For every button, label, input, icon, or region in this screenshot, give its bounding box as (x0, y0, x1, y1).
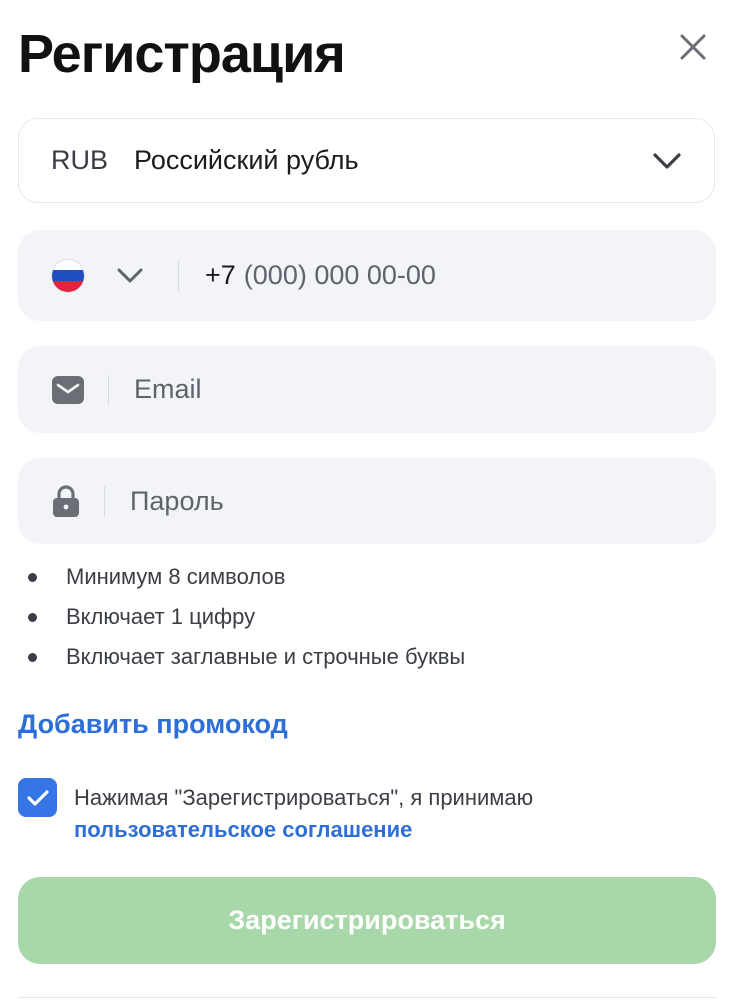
field-divider (108, 374, 109, 405)
add-promo-code-link[interactable]: Добавить промокод (18, 706, 288, 742)
checkmark-icon (26, 789, 49, 806)
email-input[interactable] (134, 346, 716, 433)
envelope-icon (52, 375, 84, 404)
chevron-down-icon (653, 152, 681, 169)
password-rule: Включает заглавные и строчные буквы (28, 642, 465, 682)
field-divider (104, 486, 105, 516)
phone-input[interactable] (243, 230, 716, 321)
password-input[interactable] (130, 458, 716, 544)
phone-prefix: +7 (205, 260, 236, 290)
bottom-divider (18, 997, 716, 998)
field-divider (178, 260, 179, 291)
user-agreement-link[interactable]: пользовательское соглашение (74, 814, 533, 846)
agreement-label: Нажимая "Зарегистрироваться", я принимаю (74, 785, 534, 810)
currency-code: RUB (51, 145, 109, 175)
chevron-down-icon (117, 268, 143, 283)
agreement-checkbox[interactable] (18, 778, 57, 817)
register-button[interactable]: Зарегистрироваться (18, 877, 716, 964)
agreement-text: Нажимая "Зарегистрироваться", я принимаю… (74, 782, 533, 846)
currency-select[interactable]: RUB Российский рубль (18, 118, 715, 203)
close-icon (680, 34, 706, 60)
phone-field: +7 (18, 230, 716, 321)
page-title: Регистрация (18, 24, 346, 84)
lock-icon (52, 485, 80, 517)
close-button[interactable] (672, 26, 714, 68)
password-rule: Минимум 8 символов (28, 562, 465, 602)
country-code-select[interactable] (116, 267, 144, 284)
password-rules: Минимум 8 символов Включает 1 цифру Вклю… (28, 562, 465, 682)
email-field (18, 346, 716, 433)
flag-ru-icon (52, 259, 84, 292)
currency-name: Российский рубль (134, 145, 359, 175)
password-rule: Включает 1 цифру (28, 602, 465, 642)
agreement-row: Нажимая "Зарегистрироваться", я принимаю… (18, 778, 533, 846)
password-field (18, 458, 716, 544)
